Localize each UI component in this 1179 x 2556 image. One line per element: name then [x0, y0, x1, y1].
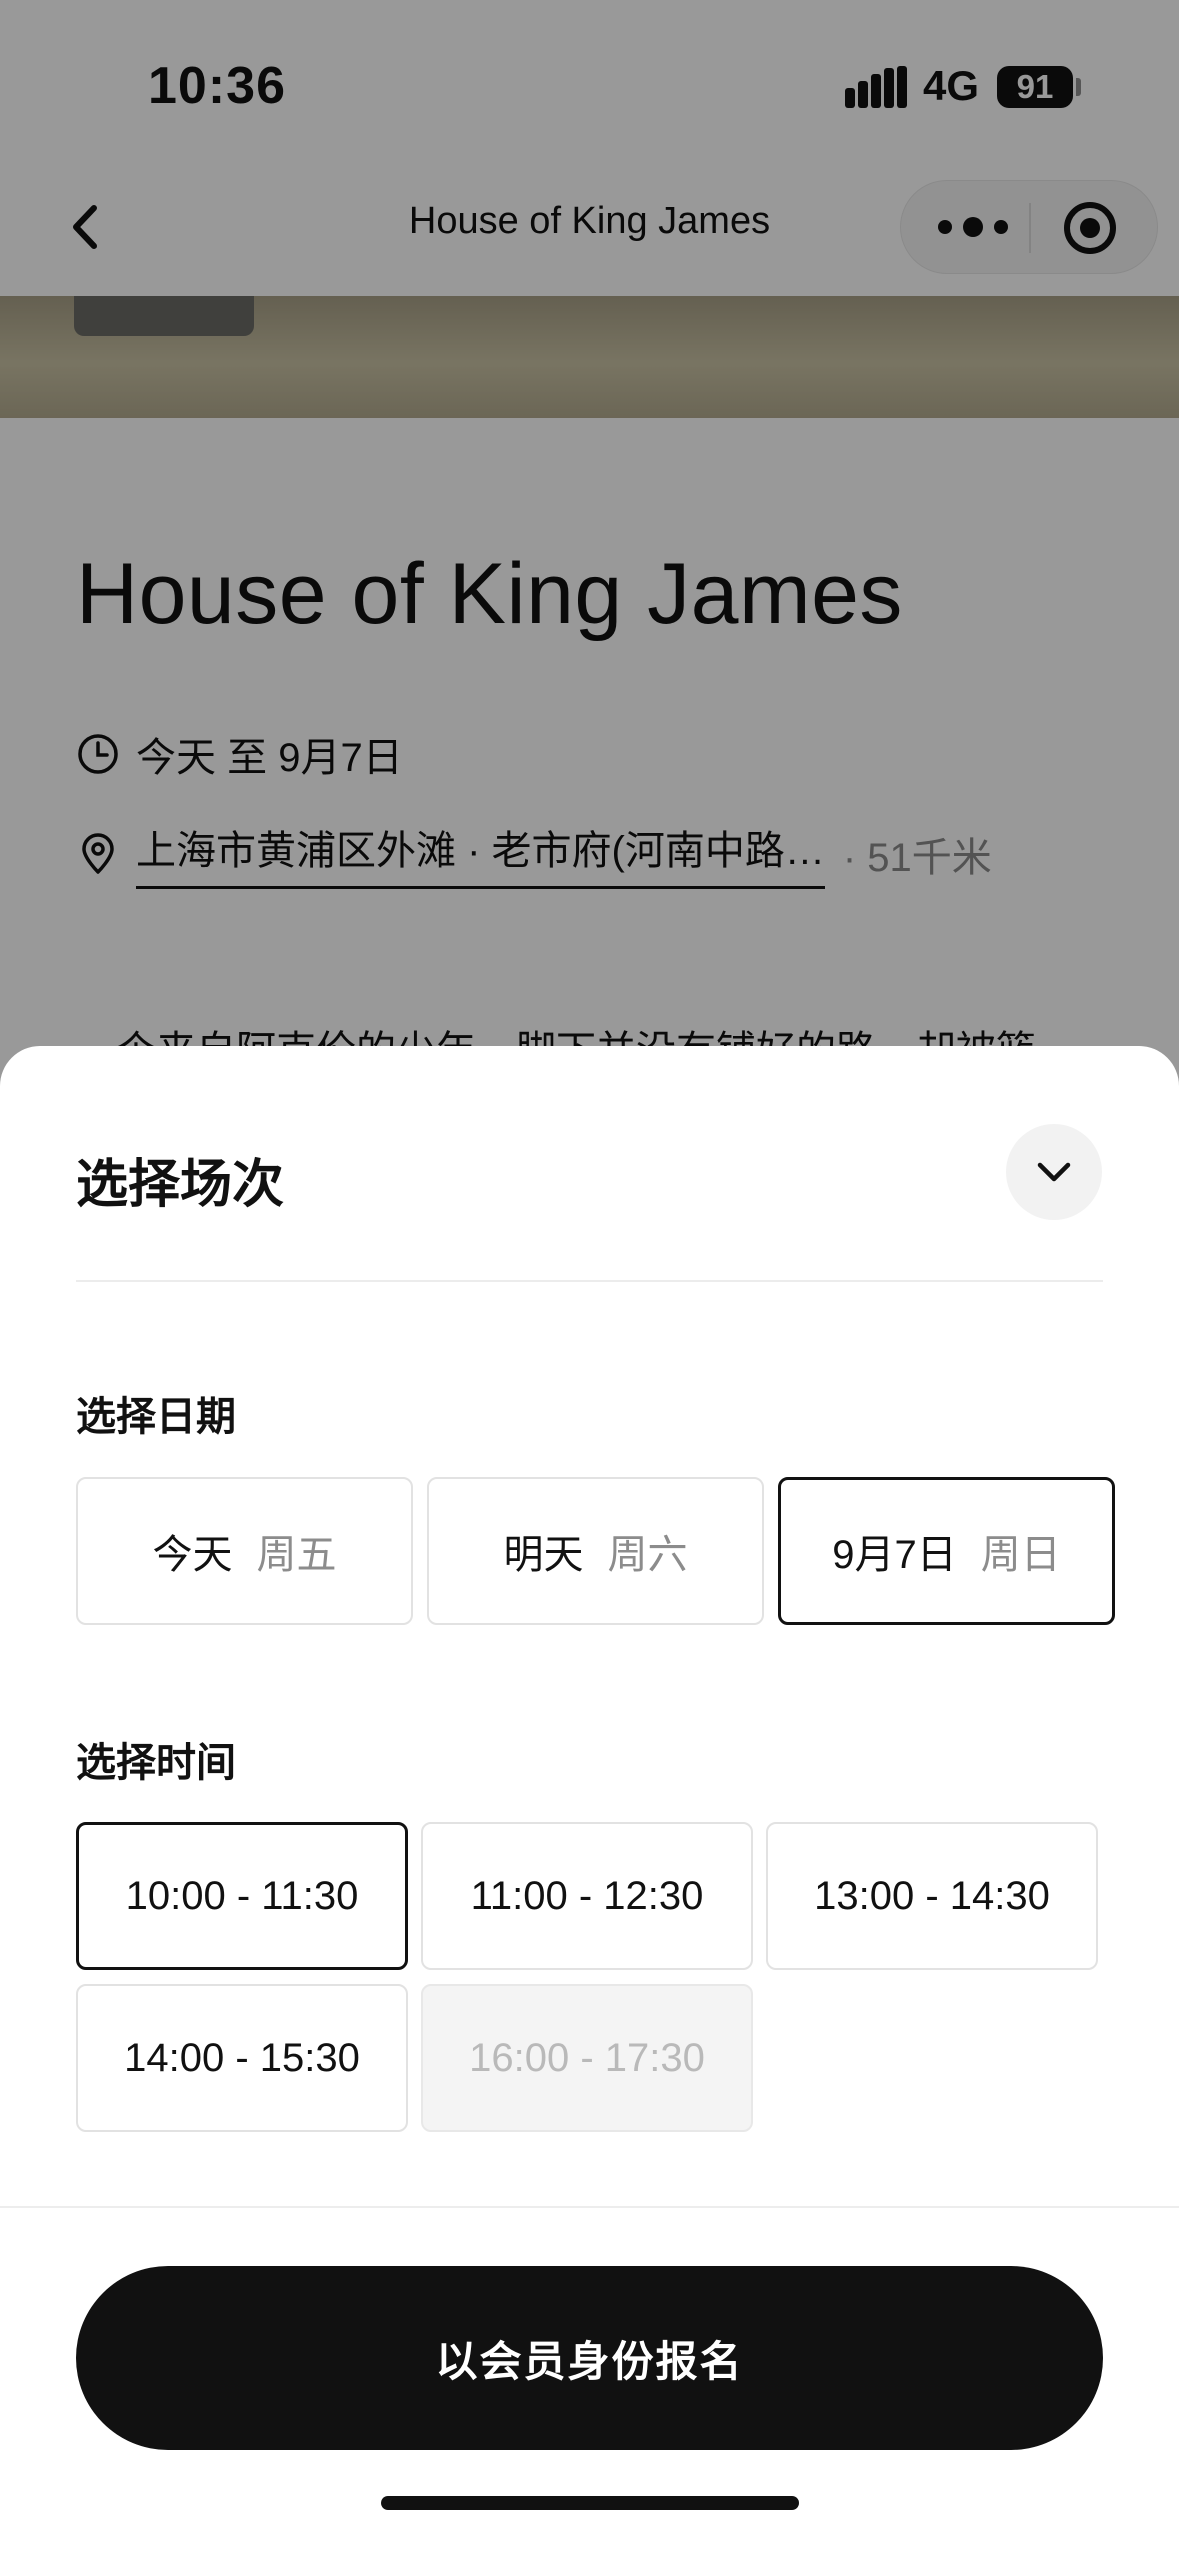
footer-divider [0, 2206, 1179, 2208]
time-section-label: 选择时间 [76, 1741, 236, 1785]
date-option-weekday: 周日 [980, 1533, 1061, 1577]
chevron-down-icon [1037, 1162, 1071, 1182]
date-option-sep7[interactable]: 9月7日 周日 [778, 1477, 1115, 1625]
time-option[interactable]: 13:00 - 14:30 [766, 1822, 1098, 1970]
time-option-label: 10:00 - 11:30 [125, 1873, 359, 1918]
date-section-label: 选择日期 [76, 1395, 236, 1439]
time-option-label: 11:00 - 12:30 [470, 1873, 704, 1918]
date-option-day: 9月7日 [832, 1533, 957, 1577]
time-option[interactable]: 10:00 - 11:30 [76, 1822, 408, 1970]
time-option-label: 13:00 - 14:30 [814, 1873, 1050, 1918]
session-picker-sheet: 选择场次 选择日期 今天 周五 明天 周六 9月7日 周日 选择时间 10:00… [0, 1046, 1179, 2556]
time-option-label: 16:00 - 17:30 [469, 2035, 705, 2080]
date-option-weekday: 周五 [256, 1533, 337, 1577]
date-option-weekday: 周六 [607, 1533, 688, 1577]
time-option[interactable]: 14:00 - 15:30 [76, 1984, 408, 2132]
date-option-tomorrow[interactable]: 明天 周六 [427, 1477, 764, 1625]
collapse-sheet-button[interactable] [1006, 1124, 1102, 1220]
time-option-disabled: 16:00 - 17:30 [421, 1984, 753, 2132]
date-option-day: 今天 [152, 1533, 233, 1577]
register-as-member-button[interactable]: 以会员身份报名 [76, 2266, 1103, 2450]
register-button-label: 以会员身份报名 [435, 2337, 744, 2385]
date-option-today[interactable]: 今天 周五 [76, 1477, 413, 1625]
date-option-day: 明天 [503, 1533, 584, 1577]
time-option[interactable]: 11:00 - 12:30 [421, 1822, 753, 1970]
sheet-divider [76, 1280, 1103, 1282]
sheet-title: 选择场次 [76, 1156, 285, 1214]
time-option-label: 14:00 - 15:30 [124, 2035, 360, 2080]
home-indicator [381, 2496, 799, 2510]
